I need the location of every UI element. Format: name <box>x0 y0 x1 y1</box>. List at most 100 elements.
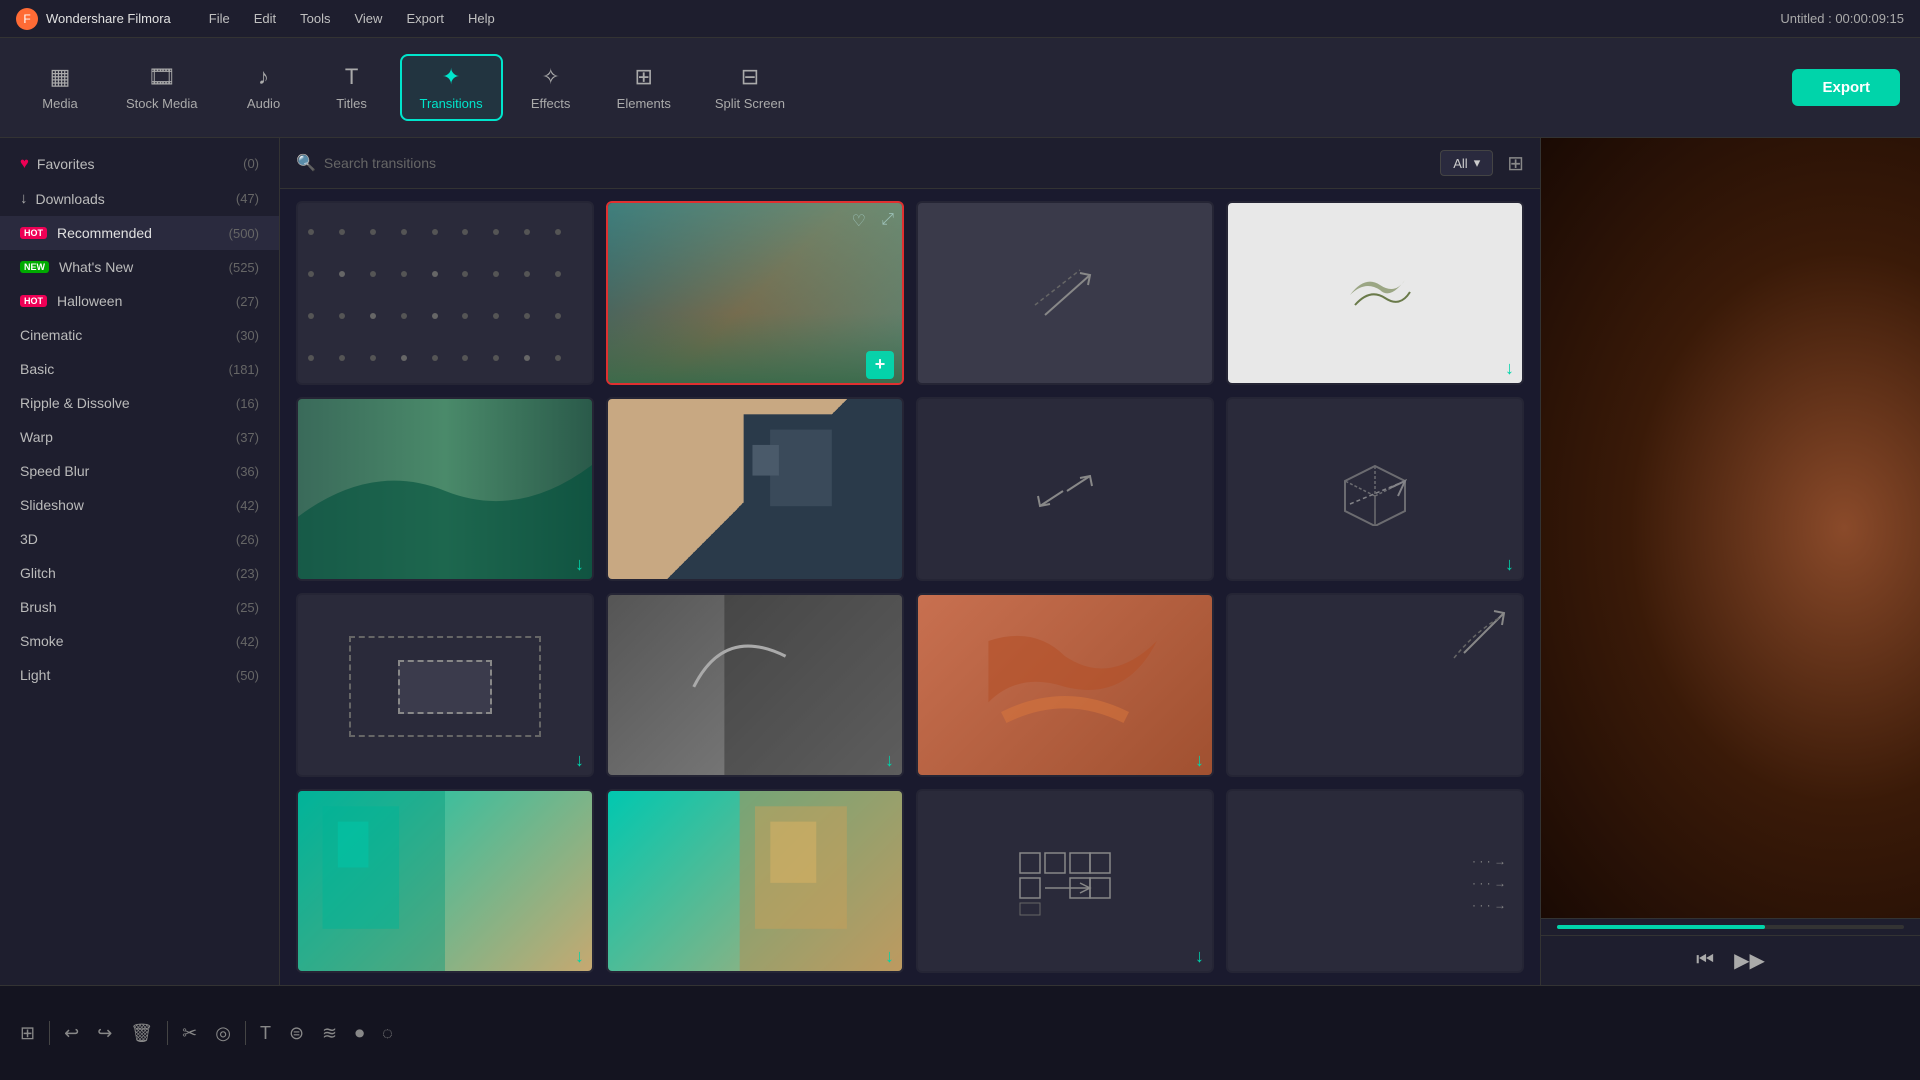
redo-button[interactable]: ↪ <box>93 1019 116 1048</box>
transition-dispersionblur[interactable]: ↓ Dispersion Blur <box>916 593 1214 777</box>
sidebar-item-favorites[interactable]: ♥ Favorites (0) <box>0 146 279 181</box>
progress-track[interactable] <box>1557 925 1904 929</box>
play-button[interactable]: ▶▶ <box>1734 948 1765 973</box>
transition-pagecurl[interactable]: Page Curl <box>916 201 1214 385</box>
cube-download-icon[interactable]: ↓ <box>1505 554 1514 575</box>
toolbar-elements[interactable]: ⊞ Elements <box>599 56 689 119</box>
toolbar-stock-label: Stock Media <box>126 96 198 111</box>
morph-thumb: ↓ <box>298 595 592 777</box>
sidebar: ♥ Favorites (0) ↓ Downloads (47) HOT Rec… <box>0 138 280 985</box>
undo-button[interactable]: ↩ <box>60 1019 83 1048</box>
transition-evaporate2[interactable]: ♡ ⤢ + Evaporate 2 <box>606 201 904 385</box>
toolbar-transitions[interactable]: ✦ Transitions <box>400 54 503 121</box>
sidebar-cinematic-count: (30) <box>236 328 259 343</box>
favorite-icon[interactable]: ♡ <box>852 211 866 231</box>
sidebar-item-warp[interactable]: Warp (37) <box>0 420 279 454</box>
sidebar-item-glitch[interactable]: Glitch (23) <box>0 556 279 590</box>
audio-wave-tool[interactable]: ≋ <box>318 1019 341 1048</box>
erase-thumb <box>608 399 902 581</box>
transitions-icon: ✦ <box>442 64 460 90</box>
rewind-button[interactable]: ⏮ <box>1696 949 1714 972</box>
sidebar-item-speed-blur[interactable]: Speed Blur (36) <box>0 454 279 488</box>
moverect1-download-icon[interactable]: ↓ <box>1195 946 1204 967</box>
transition-moverect1[interactable]: ↓ Move Rectangle 1 <box>916 789 1214 973</box>
search-input[interactable] <box>324 155 1432 171</box>
sidebar-light-label: Light <box>20 667 50 683</box>
export-button[interactable]: Export <box>1792 69 1900 106</box>
transition-fade[interactable]: ↓ Fade <box>296 397 594 581</box>
sidebar-item-ripple[interactable]: Ripple & Dissolve (16) <box>0 386 279 420</box>
sidebar-item-recommended[interactable]: HOT Recommended (500) <box>0 216 279 250</box>
transition-push[interactable]: ↓ Push <box>296 789 594 973</box>
transition-cube[interactable]: ↓ Cube <box>1226 397 1524 581</box>
sidebar-cinematic-label: Cinematic <box>20 327 82 343</box>
delete-button[interactable]: 🗑 <box>126 1019 157 1048</box>
split-screen-icon: ⊟ <box>741 64 759 90</box>
push-download-icon[interactable]: ↓ <box>575 946 584 967</box>
sidebar-speedblur-label: Speed Blur <box>20 463 89 479</box>
transition-fadegrayscale[interactable]: ↓ Fade Grayscale <box>606 593 904 777</box>
menu-help[interactable]: Help <box>458 7 505 30</box>
menu-export[interactable]: Export <box>396 7 454 30</box>
toolbar-audio[interactable]: ♪ Audio <box>224 56 304 119</box>
sidebar-brush-label: Brush <box>20 599 57 615</box>
transition-eraseslide[interactable]: ↓ Erase Slide <box>606 789 904 973</box>
heart-icon: ♥ <box>20 155 29 172</box>
flash-download-icon[interactable]: ↓ <box>1505 358 1514 379</box>
sidebar-item-basic[interactable]: Basic (181) <box>0 352 279 386</box>
eraseslide-download-icon[interactable]: ↓ <box>885 946 894 967</box>
sidebar-glitch-label: Glitch <box>20 565 56 581</box>
text-tool[interactable]: T <box>256 1019 275 1048</box>
sidebar-recommended-label: Recommended <box>57 225 152 241</box>
transition-flash[interactable]: ↓ Flash <box>1226 201 1524 385</box>
sidebar-item-light[interactable]: Light (50) <box>0 658 279 692</box>
transition-rollrighttop[interactable]: Roll Right Top <box>1226 593 1524 777</box>
fade-download-icon[interactable]: ↓ <box>575 554 584 575</box>
preview-background <box>1541 138 1920 918</box>
sidebar-whatsnew-label: What's New <box>59 259 133 275</box>
dispersionblur-download-icon[interactable]: ↓ <box>1195 750 1204 771</box>
toolbar-media[interactable]: ▦ Media <box>20 56 100 119</box>
sidebar-item-3d[interactable]: 3D (26) <box>0 522 279 556</box>
rollrighttop-thumb <box>1228 595 1522 777</box>
progress-fill <box>1557 925 1765 929</box>
adjust-tool[interactable]: ⊜ <box>285 1019 308 1048</box>
transition-morph[interactable]: ↓ Morph <box>296 593 594 777</box>
fadegrayscale-download-icon[interactable]: ↓ <box>885 750 894 771</box>
transition-dissolve[interactable]: Dissolve <box>296 201 594 385</box>
toolbar-titles-label: Titles <box>336 96 367 111</box>
add-button[interactable]: + <box>866 351 894 379</box>
sidebar-item-cinematic[interactable]: Cinematic (30) <box>0 318 279 352</box>
toolbar-elements-label: Elements <box>617 96 671 111</box>
toolbar-audio-label: Audio <box>247 96 280 111</box>
stabilize-tool[interactable]: ◌ <box>378 1019 397 1048</box>
sidebar-downloads-label: Downloads <box>36 191 105 207</box>
menu-tools[interactable]: Tools <box>290 7 340 30</box>
sidebar-item-slideshow[interactable]: Slideshow (42) <box>0 488 279 522</box>
sidebar-glitch-count: (23) <box>236 566 259 581</box>
cut-tool[interactable]: ✂ <box>178 1019 201 1048</box>
sidebar-item-smoke[interactable]: Smoke (42) <box>0 624 279 658</box>
toolbar-split-screen[interactable]: ⊟ Split Screen <box>697 56 803 119</box>
record-tool[interactable]: ⏺ <box>351 1019 368 1048</box>
magnet-tool[interactable]: ◎ <box>211 1019 235 1048</box>
toolbar-stock-media[interactable]: 🎞 Stock Media <box>108 56 216 119</box>
transition-fliproll3[interactable]: · · · → · · · → · · · → Flip Roll 3 <box>1226 789 1524 973</box>
sidebar-item-downloads[interactable]: ↓ Downloads (47) <box>0 181 279 216</box>
transition-erase[interactable]: Erase <box>606 397 904 581</box>
toolbar-effects[interactable]: ✧ Effects <box>511 56 591 119</box>
filter-dropdown[interactable]: All ▾ <box>1440 150 1493 176</box>
menu-edit[interactable]: Edit <box>244 7 286 30</box>
sidebar-item-halloween[interactable]: HOT Halloween (27) <box>0 284 279 318</box>
sidebar-item-brush[interactable]: Brush (25) <box>0 590 279 624</box>
morph-download-icon[interactable]: ↓ <box>575 750 584 771</box>
toolbar-titles[interactable]: T Titles <box>312 56 392 119</box>
transition-crosszoom[interactable]: Cross Zoom <box>916 397 1214 581</box>
right-panel: ⏮ ▶▶ <box>1540 138 1920 985</box>
menu-file[interactable]: File <box>199 7 240 30</box>
expand-icon[interactable]: ⤢ <box>881 211 894 229</box>
menu-view[interactable]: View <box>344 7 392 30</box>
timeline-grid-icon[interactable]: ⊞ <box>16 1019 39 1048</box>
grid-view-icon[interactable]: ⊞ <box>1507 151 1524 176</box>
sidebar-item-whats-new[interactable]: NEW What's New (525) <box>0 250 279 284</box>
